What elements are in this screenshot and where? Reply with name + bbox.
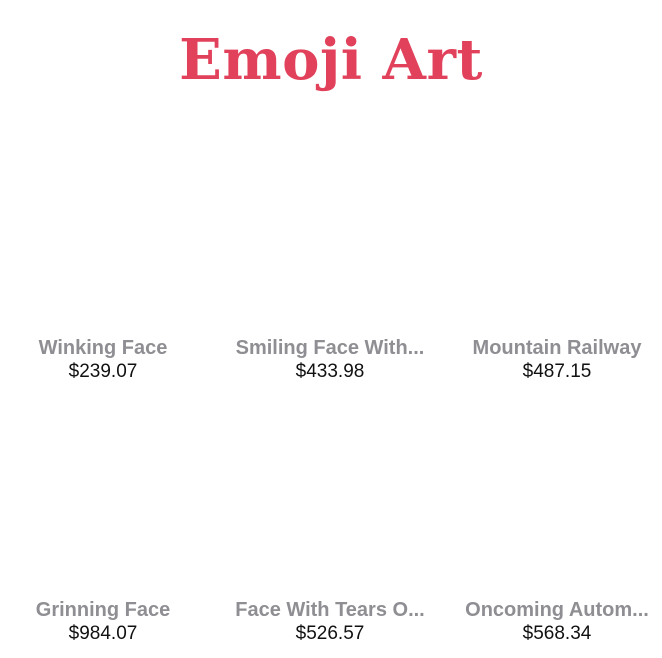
product-price: $239.07 [68, 361, 138, 382]
product-name: Mountain Railway [472, 337, 642, 359]
product-name: Face With Tears O... [235, 599, 425, 621]
product-name: Oncoming Autom... [465, 599, 649, 621]
product-image[interactable] [0, 116, 210, 336]
product-price: $568.34 [522, 623, 592, 644]
product-image[interactable] [450, 382, 662, 598]
product-price: $433.98 [295, 361, 365, 382]
product-price: $984.07 [68, 623, 138, 644]
product-image[interactable] [0, 382, 210, 598]
product-image[interactable] [223, 116, 437, 336]
product-name: Winking Face [38, 337, 168, 359]
product-card-winking-face[interactable]: Winking Face $239.07 [0, 116, 210, 384]
product-name: Smiling Face With... [235, 337, 425, 359]
product-image[interactable] [223, 382, 437, 598]
product-price: $526.57 [295, 623, 365, 644]
product-card-face-with-tears[interactable]: Face With Tears O... $526.57 [223, 382, 437, 646]
product-price: $487.15 [522, 361, 592, 382]
product-card-smiling-face[interactable]: Smiling Face With... $433.98 [223, 116, 437, 384]
product-name: Grinning Face [35, 599, 171, 621]
product-card-mountain-railway[interactable]: Mountain Railway $487.15 [450, 116, 662, 384]
product-card-oncoming-automobile[interactable]: Oncoming Autom... $568.34 [450, 382, 662, 646]
product-image[interactable] [450, 116, 662, 336]
product-grid: Winking Face $239.07 Smiling Face With..… [0, 0, 662, 658]
product-card-grinning-face[interactable]: Grinning Face $984.07 [0, 382, 210, 646]
